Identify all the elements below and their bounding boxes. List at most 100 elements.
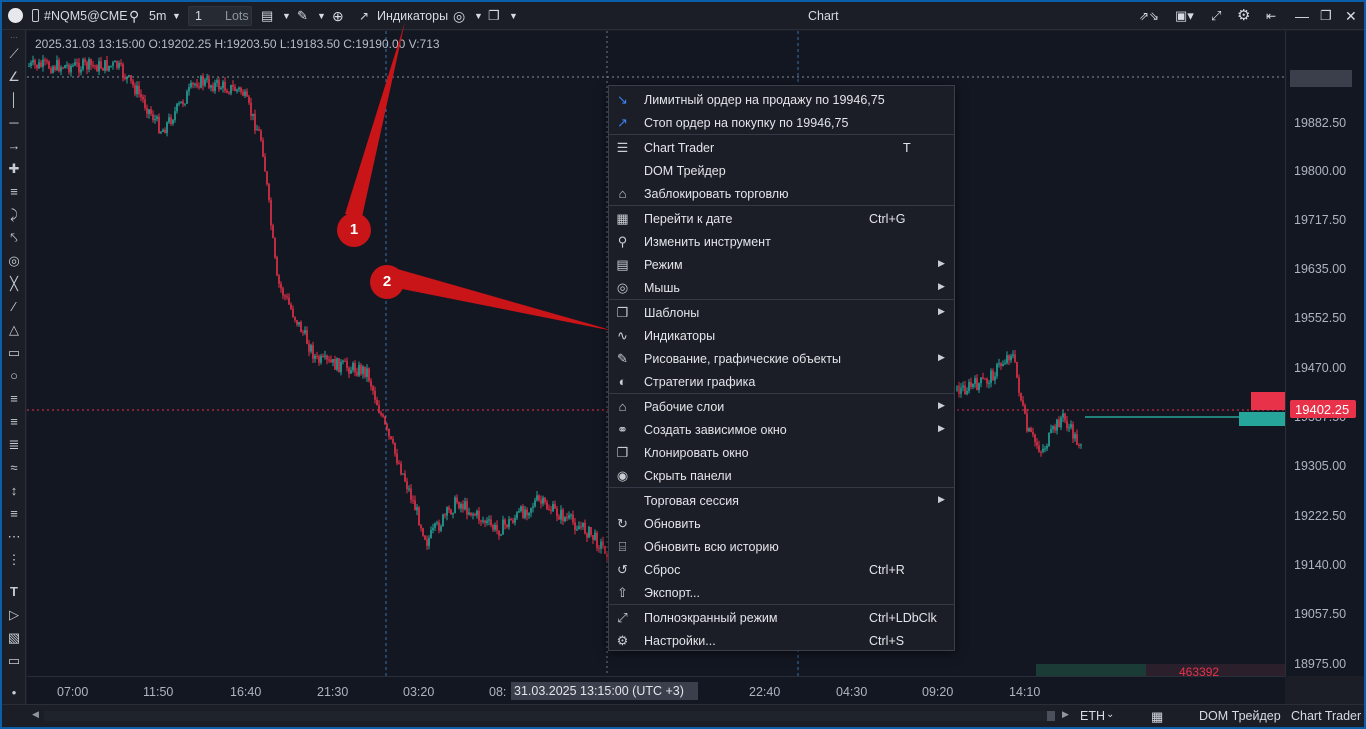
chevron-down-icon[interactable]: ▼	[282, 7, 291, 25]
dots-icon[interactable]: ⋯	[6, 529, 22, 545]
menu-item-сброс[interactable]: ↺ Сброс Ctrl+R	[609, 558, 954, 581]
menu-item-label: Шаблоны	[644, 306, 700, 320]
pencil-icon[interactable]: ✎	[297, 7, 308, 25]
chart-trader-button[interactable]: Chart Trader	[1291, 709, 1361, 723]
cross-icon[interactable]: ✚	[6, 161, 22, 177]
candle-body	[540, 500, 542, 504]
pin-icon[interactable]: ⇤	[1266, 7, 1276, 25]
lots-input[interactable]: 1	[195, 9, 202, 23]
template-icon[interactable]: ▤	[261, 7, 273, 25]
candle-body	[206, 78, 208, 80]
chevron-down-icon[interactable]: ⌄	[1106, 709, 1114, 720]
session-selector[interactable]: ETH	[1080, 709, 1105, 723]
curve-icon[interactable]: ⤸	[6, 207, 22, 223]
calendar-icon[interactable]: ▦	[1151, 709, 1163, 725]
menu-item-рисование-графические-объекты[interactable]: ✎ Рисование, графические объекты ▶	[609, 347, 954, 370]
lots-field[interactable]: 1 Lots	[188, 6, 252, 26]
channel-icon[interactable]: ≡	[6, 184, 22, 200]
candle-body	[396, 453, 398, 464]
chevron-down-icon[interactable]: ▼	[474, 7, 483, 25]
indicators-button[interactable]: Индикаторы	[377, 7, 448, 25]
menu-item-торговая-сессия[interactable]: Торговая сессия ▶	[609, 489, 954, 512]
horizontal-line-icon[interactable]: ─	[6, 115, 22, 131]
label-icon[interactable]: ▧	[6, 630, 22, 646]
candle-body	[114, 60, 116, 63]
menu-item-режим[interactable]: ▤ Режим ▶	[609, 253, 954, 276]
menu-item-лимитный-ордер-на-продажу-по-19946-75[interactable]: ↘ Лимитный ордер на продажу по 19946,75	[609, 88, 954, 111]
menu-item-стратегии-графика[interactable]: ◐ Стратегии графика	[609, 370, 954, 393]
candle-body	[400, 463, 402, 475]
menu-item-заблокировать-торговлю[interactable]: ⌂ Заблокировать торговлю	[609, 182, 954, 205]
candle-body	[394, 442, 396, 454]
dot-icon[interactable]: •	[6, 685, 22, 701]
menu-item-настройки[interactable]: ⚙ Настройки... Ctrl+S	[609, 629, 954, 652]
menu-item-shortcut: Ctrl+LDbClk	[869, 611, 937, 625]
link-arrows-icon[interactable]: ⇗⇘	[1139, 7, 1159, 25]
menu-item-мышь[interactable]: ◎ Мышь ▶	[609, 276, 954, 299]
wave-icon[interactable]: ≈	[6, 460, 22, 476]
menu-item-стоп-ордер-на-покупку-по-19946-75[interactable]: ↗ Стоп ордер на покупку по 19946,75	[609, 111, 954, 134]
spiral-icon[interactable]: ◎	[6, 253, 22, 269]
camera-icon[interactable]: ▣▾	[1175, 7, 1194, 25]
callout-icon[interactable]: ▭	[6, 653, 22, 669]
zoom-icon[interactable]: ⊕	[332, 7, 344, 25]
menu-item-создать-зависимое-окно[interactable]: ⚭ Создать зависимое окно ▶	[609, 418, 954, 441]
candle-body	[220, 87, 222, 90]
candle-body	[280, 283, 282, 289]
triangle-icon[interactable]: △	[6, 322, 22, 338]
window-icon[interactable]: ❐	[488, 7, 500, 25]
chevron-down-icon[interactable]: ▼	[509, 7, 518, 25]
symbol-selector[interactable]: #NQM5@CME	[44, 7, 128, 25]
candle-body	[1010, 355, 1012, 361]
menu-item-экспорт[interactable]: ⇧ Экспорт...	[609, 581, 954, 604]
scrollbar-thumb[interactable]	[1047, 711, 1055, 721]
restore-icon[interactable]: ❐	[1320, 7, 1332, 25]
gann-icon[interactable]: ≣	[6, 437, 22, 453]
tag-icon[interactable]: ▷	[6, 607, 22, 623]
timeframe-selector[interactable]: 5m	[149, 7, 166, 25]
gear-icon[interactable]: ⚙	[1237, 7, 1250, 25]
candle-body	[466, 501, 468, 515]
price-axis[interactable]: 19958.5019882.5019800.0019717.5019635.00…	[1285, 31, 1364, 676]
fan-icon[interactable]: ⤣	[6, 230, 22, 246]
fib-icon[interactable]: ≡	[6, 391, 22, 407]
scroll-right-icon[interactable]: ▶	[1062, 709, 1069, 720]
menu-item-рабочие-слои[interactable]: ⌂ Рабочие слои ▶	[609, 395, 954, 418]
ray-icon[interactable]: →	[6, 138, 22, 154]
fib-extension-icon[interactable]: ≡	[6, 414, 22, 430]
rectangle-icon[interactable]: ▭	[6, 345, 22, 361]
menu-item-изменить-инструмент[interactable]: ⚲ Изменить инструмент	[609, 230, 954, 253]
menu-item-обновить[interactable]: ↻ Обновить	[609, 512, 954, 535]
search-icon[interactable]: ⚲	[129, 7, 139, 25]
dots-vertical-icon[interactable]: ⋮	[6, 552, 22, 568]
menu-item-полноэкранный-режим[interactable]: ⤢ Полноэкранный режим Ctrl+LDbClk	[609, 606, 954, 629]
circle-icon[interactable]: ○	[6, 368, 22, 384]
indicators-icon[interactable]: ↗	[359, 7, 369, 25]
menu-item-шаблоны[interactable]: ❐ Шаблоны ▶	[609, 301, 954, 324]
minimize-icon[interactable]: —	[1295, 7, 1309, 25]
menu-item-клонировать-окно[interactable]: ❐ Клонировать окно	[609, 441, 954, 464]
menu-item-индикаторы[interactable]: ∿ Индикаторы	[609, 324, 954, 347]
range-icon[interactable]: ↕	[6, 483, 22, 499]
angle-icon[interactable]: ∠	[6, 69, 22, 85]
trend-line-icon[interactable]: ⟋	[6, 46, 22, 62]
dom-trader-button[interactable]: DOM Трейдер	[1199, 709, 1281, 723]
text-icon[interactable]: T	[6, 584, 22, 600]
ruler-icon[interactable]: ╳	[6, 276, 22, 292]
candle-body	[60, 67, 62, 72]
menu-item-перейти-к-дате[interactable]: ▦ Перейти к дате Ctrl+G	[609, 207, 954, 230]
chevron-down-icon[interactable]: ▼	[172, 7, 181, 25]
menu-item-chart-trader[interactable]: ☰ Chart Trader T	[609, 136, 954, 159]
crosshair-icon[interactable]: ◎	[453, 7, 465, 25]
close-icon[interactable]: ✕	[1345, 7, 1357, 25]
expand-icon[interactable]: ⤢	[1211, 7, 1221, 25]
horizontal-scrollbar[interactable]	[44, 711, 1055, 721]
menu-item-dom-трейдер[interactable]: DOM Трейдер	[609, 159, 954, 182]
chevron-down-icon[interactable]: ▼	[317, 7, 326, 25]
pitchfork-icon[interactable]: ⁄	[6, 299, 22, 315]
scroll-left-icon[interactable]: ◀	[32, 709, 39, 720]
menu-item-обновить-всю-историю[interactable]: ⌸ Обновить всю историю	[609, 535, 954, 558]
measure-icon[interactable]: ≡	[6, 506, 22, 522]
vertical-line-icon[interactable]: │	[6, 92, 22, 108]
menu-item-скрыть-панели[interactable]: ◉ Скрыть панели	[609, 464, 954, 487]
